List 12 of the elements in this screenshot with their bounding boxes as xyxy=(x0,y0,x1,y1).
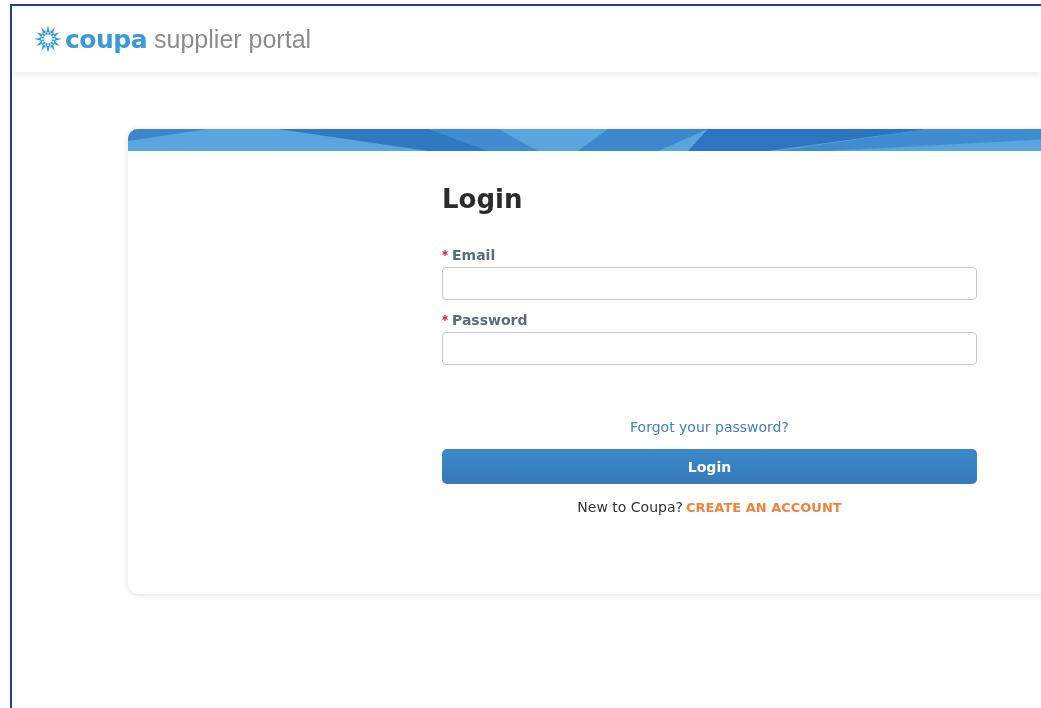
forgot-password-link[interactable]: Forgot your password? xyxy=(630,419,789,435)
login-title: Login xyxy=(442,183,524,216)
input-field[interactable] xyxy=(442,267,977,300)
input-field[interactable] xyxy=(442,332,977,365)
create-account-link[interactable]: CREATE AN ACCOUNT xyxy=(685,500,842,515)
logo-brand: coupa xyxy=(65,24,148,54)
signup-prompt: New to Coupa? xyxy=(577,499,683,515)
field-label: Password xyxy=(452,312,528,328)
logo-tagline: supplier portal xyxy=(154,24,312,54)
login-button[interactable]: Login xyxy=(442,449,977,484)
starburst-logo-icon xyxy=(33,24,63,54)
field-label: Email xyxy=(452,247,496,263)
